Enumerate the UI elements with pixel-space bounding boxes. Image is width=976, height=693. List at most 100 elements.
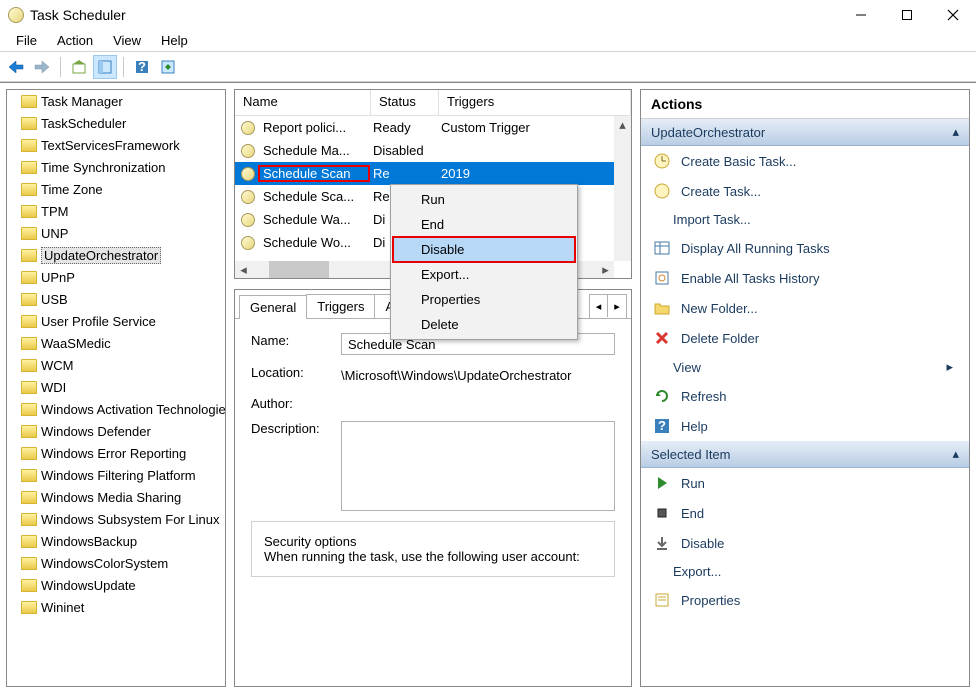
task-row[interactable]: Schedule ScanRe2019 bbox=[235, 162, 631, 185]
scroll-thumb[interactable] bbox=[269, 261, 329, 278]
tree-item[interactable]: Wininet bbox=[7, 596, 226, 618]
tree-item[interactable]: TPM bbox=[7, 200, 226, 222]
action-item[interactable]: Export... bbox=[641, 558, 969, 585]
tree-item[interactable]: Task Manager bbox=[7, 90, 226, 112]
task-row[interactable]: Schedule Ma...Disabled bbox=[235, 139, 631, 162]
tree-item[interactable]: User Profile Service bbox=[7, 310, 226, 332]
tree-item[interactable]: UpdateOrchestrator bbox=[7, 244, 226, 266]
folder-icon bbox=[21, 491, 37, 504]
section-label: Selected Item bbox=[651, 447, 731, 462]
tree-item[interactable]: WindowsUpdate bbox=[7, 574, 226, 596]
menu-view[interactable]: View bbox=[103, 31, 151, 50]
scroll-right-icon[interactable]: ▸ bbox=[597, 261, 614, 278]
tree-item[interactable]: Windows Activation Technologies bbox=[7, 398, 226, 420]
tree-item[interactable]: Windows Error Reporting bbox=[7, 442, 226, 464]
action-item[interactable]: Create Task... bbox=[641, 176, 969, 206]
help-button[interactable]: ? bbox=[130, 55, 154, 79]
context-menu-item[interactable]: Export... bbox=[393, 262, 575, 287]
tree-item[interactable]: TaskScheduler bbox=[7, 112, 226, 134]
action-item[interactable]: Delete Folder bbox=[641, 323, 969, 353]
menu-action[interactable]: Action bbox=[47, 31, 103, 50]
tab-scroll-left[interactable]: ◂ bbox=[590, 295, 608, 317]
tree-item[interactable]: TextServicesFramework bbox=[7, 134, 226, 156]
folder-icon bbox=[21, 469, 37, 482]
tree-item[interactable]: USB bbox=[7, 288, 226, 310]
actions-section-orchestrator[interactable]: UpdateOrchestrator ▴ bbox=[641, 119, 969, 146]
action-item[interactable]: Refresh bbox=[641, 381, 969, 411]
clockplain-icon bbox=[653, 182, 671, 200]
tree-item[interactable]: Windows Media Sharing bbox=[7, 486, 226, 508]
tab-triggers[interactable]: Triggers bbox=[306, 294, 375, 318]
folder-icon bbox=[21, 425, 37, 438]
tree-item-label: WDI bbox=[41, 380, 66, 395]
tree-item[interactable]: Time Zone bbox=[7, 178, 226, 200]
menu-file[interactable]: File bbox=[6, 31, 47, 50]
context-menu-item[interactable]: Properties bbox=[393, 287, 575, 312]
tree-item[interactable]: Windows Filtering Platform bbox=[7, 464, 226, 486]
tree-item[interactable]: Windows Subsystem For Linux bbox=[7, 508, 226, 530]
description-field[interactable] bbox=[341, 421, 615, 511]
task-name: Schedule Wa... bbox=[259, 212, 369, 227]
tree-item-label: Wininet bbox=[41, 600, 84, 615]
action-item[interactable]: End bbox=[641, 498, 969, 528]
tree-item-label: Windows Activation Technologies bbox=[41, 402, 226, 417]
separator bbox=[60, 57, 61, 77]
tree-item[interactable]: WindowsColorSystem bbox=[7, 552, 226, 574]
action-item[interactable]: ?Help bbox=[641, 411, 969, 441]
tree-pane[interactable]: Task ManagerTaskSchedulerTextServicesFra… bbox=[6, 89, 226, 687]
menu-help[interactable]: Help bbox=[151, 31, 198, 50]
separator bbox=[123, 57, 124, 77]
extra-button[interactable] bbox=[156, 55, 180, 79]
close-button[interactable] bbox=[930, 0, 976, 30]
tree-item[interactable]: WaaSMedic bbox=[7, 332, 226, 354]
action-item[interactable]: New Folder... bbox=[641, 293, 969, 323]
folder-icon bbox=[21, 535, 37, 548]
tree-item[interactable]: WDI bbox=[7, 376, 226, 398]
action-pane-button[interactable] bbox=[67, 55, 91, 79]
context-menu-item[interactable]: Disable bbox=[393, 237, 575, 262]
actions-section-selected[interactable]: Selected Item ▴ bbox=[641, 441, 969, 468]
forward-button[interactable] bbox=[30, 55, 54, 79]
action-label: New Folder... bbox=[681, 301, 758, 316]
column-triggers[interactable]: Triggers bbox=[439, 90, 631, 115]
tree-item-label: UPnP bbox=[41, 270, 75, 285]
context-menu-item[interactable]: Delete bbox=[393, 312, 575, 337]
view-button[interactable] bbox=[93, 55, 117, 79]
minimize-button[interactable] bbox=[838, 0, 884, 30]
scroll-up-icon[interactable]: ▴ bbox=[614, 116, 631, 133]
tree-item-label: Windows Subsystem For Linux bbox=[41, 512, 219, 527]
author-value bbox=[341, 396, 615, 402]
tree-item-label: USB bbox=[41, 292, 68, 307]
action-item[interactable]: View▸ bbox=[641, 353, 969, 381]
task-row[interactable]: Report polici...ReadyCustom Trigger bbox=[235, 116, 631, 139]
tree-item[interactable]: Time Synchronization bbox=[7, 156, 226, 178]
action-item[interactable]: Run bbox=[641, 468, 969, 498]
maximize-button[interactable] bbox=[884, 0, 930, 30]
context-menu-item[interactable]: End bbox=[393, 212, 575, 237]
folder-icon bbox=[21, 293, 37, 306]
back-button[interactable] bbox=[4, 55, 28, 79]
tree-item[interactable]: UNP bbox=[7, 222, 226, 244]
action-item[interactable]: Import Task... bbox=[641, 206, 969, 233]
security-text: When running the task, use the following… bbox=[264, 549, 602, 564]
context-menu-item[interactable]: Run bbox=[393, 187, 575, 212]
column-name[interactable]: Name bbox=[235, 90, 371, 115]
action-item[interactable]: Enable All Tasks History bbox=[641, 263, 969, 293]
column-status[interactable]: Status bbox=[371, 90, 439, 115]
security-legend: Security options bbox=[264, 534, 357, 549]
tree-item-label: WindowsUpdate bbox=[41, 578, 136, 593]
tree-item[interactable]: UPnP bbox=[7, 266, 226, 288]
scroll-left-icon[interactable]: ◂ bbox=[235, 261, 252, 278]
tab-general[interactable]: General bbox=[239, 295, 307, 319]
action-item[interactable]: Disable bbox=[641, 528, 969, 558]
action-label: Disable bbox=[681, 536, 724, 551]
tab-scroll-right[interactable]: ▸ bbox=[608, 295, 626, 317]
vertical-scrollbar[interactable]: ▴ bbox=[614, 116, 631, 261]
action-item[interactable]: Properties bbox=[641, 585, 969, 615]
tree-item[interactable]: WCM bbox=[7, 354, 226, 376]
action-item[interactable]: Display All Running Tasks bbox=[641, 233, 969, 263]
task-name: Schedule Wo... bbox=[259, 235, 369, 250]
tree-item[interactable]: Windows Defender bbox=[7, 420, 226, 442]
action-item[interactable]: Create Basic Task... bbox=[641, 146, 969, 176]
tree-item[interactable]: WindowsBackup bbox=[7, 530, 226, 552]
